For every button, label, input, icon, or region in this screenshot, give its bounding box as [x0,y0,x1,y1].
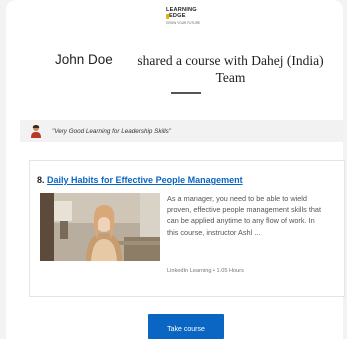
sender-name: John Doe [55,52,113,67]
course-number: 8. [37,175,45,185]
share-headline: shared a course with Dahej (India) Team [137,53,324,85]
take-course-button[interactable]: Take course [148,314,224,339]
course-meta: LinkedIn Learning • 1.05 Hours [167,268,244,274]
brand-logo: LEARNING EDGE GROW YOUR FUTURE [166,7,201,29]
course-description: As a manager, you need to be able to wie… [167,194,322,237]
logo-tagline: GROW YOUR FUTURE [166,21,201,25]
recommendation-quote: "Very Good Learning for Leadership Skill… [52,128,172,135]
logo-text-line2: EDGE [169,13,186,19]
course-thumbnail[interactable] [40,193,160,261]
person-avatar-icon [30,124,42,138]
header-divider [171,92,201,94]
course-title[interactable]: 8. Daily Habits for Effective People Man… [37,175,243,185]
course-title-link[interactable]: Daily Habits for Effective People Manage… [47,175,243,185]
